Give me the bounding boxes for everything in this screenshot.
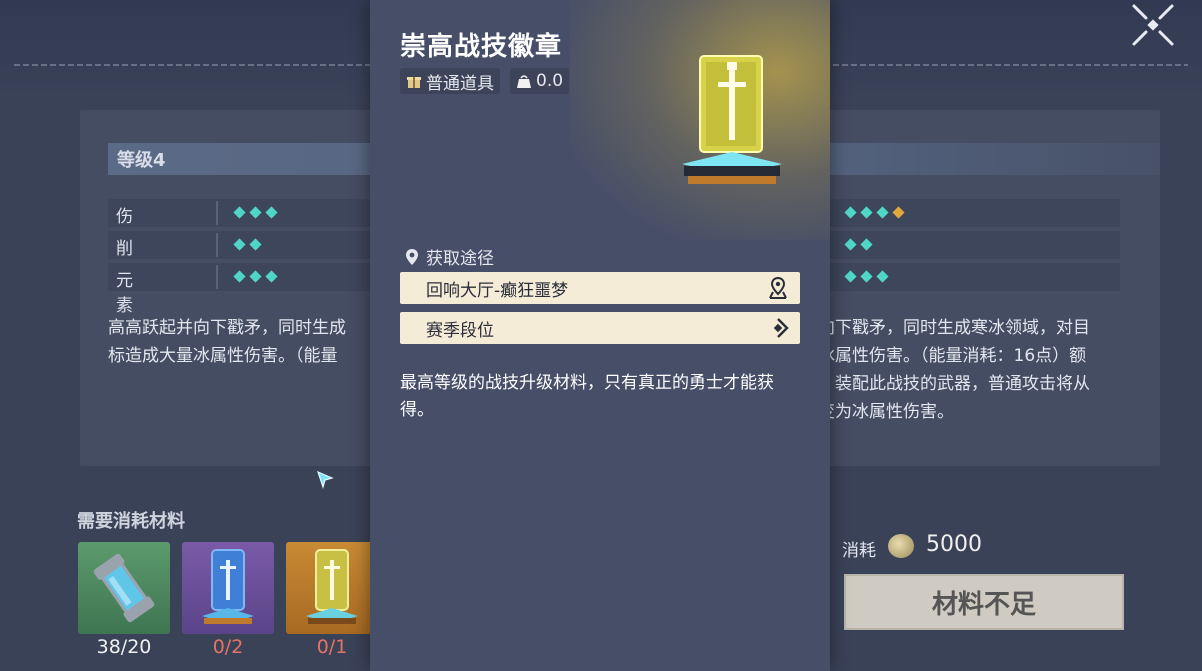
material-count: 0/1 [316,636,348,658]
stat-dots-right [844,238,873,251]
skill-description-left: 高高跃起并向下戳矛，同时生成 标造成大量冰属性伤害。（能量 [108,318,346,366]
item-detail-popup: 崇高战技徽章 普通道具 0.0 获取途径 回响大厅-癫狂噩梦 赛季段位 最高等级… [370,0,830,671]
stat-dots-left [233,206,278,219]
item-type-tag: 普通道具 [400,68,500,94]
weight-icon [517,75,531,88]
stat-dots-left [233,270,278,283]
material-card-blue-badge[interactable] [182,542,274,634]
item-description: 最高等级的战技升级材料，只有真正的勇士才能获得。 [400,373,774,420]
source-item-label: 回响大厅-癫狂噩梦 [426,280,569,301]
level-label: 等级4 [117,150,166,171]
skill-description-right: 向下戳矛，同时生成寒冰领域，对目 冰属性伤害。（能量消耗：16点）额 ，装配此战… [818,318,1090,422]
mouse-cursor [316,470,336,494]
stat-dots-right [844,270,889,283]
material-card-gold-badge[interactable] [286,542,378,634]
cost-label: 消耗 [842,541,876,561]
close-button[interactable] [1128,0,1178,50]
cursor-icon [317,470,334,490]
sword-badge-icon [306,549,358,624]
stat-dots-left [233,238,262,251]
cost-value: 5000 [926,532,982,557]
insufficient-materials-button[interactable]: 材料不足 [844,574,1124,630]
item-weight-value: 0.0 [536,71,564,91]
stat-label: 元素 [116,271,133,316]
item-weight-tag: 0.0 [510,68,570,94]
stat-dots-right [844,206,905,219]
diamond-arrow-icon [773,318,789,338]
materials-title: 需要消耗材料 [77,511,185,532]
source-item-echo-hall[interactable]: 回响大厅-癫狂噩梦 [400,272,800,304]
material-count: 0/2 [212,636,244,658]
source-header: 获取途径 [404,244,494,269]
material-count: 38/20 [96,636,152,658]
capsule-icon [93,553,155,623]
location-pin-icon [406,248,418,265]
source-title: 获取途径 [426,249,494,269]
item-name: 崇高战技徽章 [400,32,563,62]
coin-icon [888,534,914,558]
gift-box-icon [407,77,421,88]
sword-badge-icon [202,549,254,624]
sword-badge-icon [682,55,782,184]
source-item-season-rank[interactable]: 赛季段位 [400,312,800,344]
material-card-capsule[interactable] [78,542,170,634]
source-item-label: 赛季段位 [426,320,494,341]
close-icon [1132,4,1174,46]
map-location-icon [769,276,787,299]
item-type-label: 普通道具 [426,73,494,94]
